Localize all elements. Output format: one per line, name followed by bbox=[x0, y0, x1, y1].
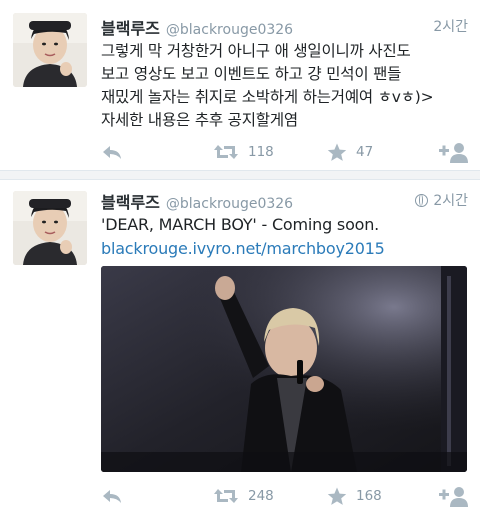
add-user-icon bbox=[439, 143, 468, 163]
display-name[interactable]: 블랙루즈 bbox=[101, 193, 160, 212]
retweet-icon bbox=[214, 489, 238, 503]
retweet-count: 248 bbox=[248, 488, 274, 504]
timestamp-label: 2시간 bbox=[433, 193, 468, 209]
favorite-count: 168 bbox=[356, 488, 382, 504]
display-name[interactable]: 블랙루즈 bbox=[101, 19, 160, 38]
favorite-button[interactable]: 47 bbox=[327, 140, 373, 164]
reply-arrow-icon bbox=[103, 490, 121, 503]
retweet-icon bbox=[214, 145, 238, 159]
star-icon bbox=[327, 143, 347, 161]
user-handle[interactable]: @blackrouge0326 bbox=[166, 22, 293, 38]
tweet[interactable]: 블랙루즈 @blackrouge0326 2시간 그렇게 막 거창한거 아니구 애… bbox=[0, 0, 480, 171]
retweet-button[interactable]: 248 bbox=[213, 484, 274, 508]
tweet-divider bbox=[0, 171, 480, 180]
follow-button[interactable] bbox=[439, 140, 469, 164]
user-handle[interactable]: @blackrouge0326 bbox=[166, 196, 293, 212]
reply-button[interactable] bbox=[101, 140, 123, 164]
tweet-text: 그렇게 막 거창한거 아니구 애 생일이니까 사진도 보고 영상도 보고 이벤트… bbox=[101, 42, 434, 129]
tweet-link[interactable]: blackrouge.ivyro.net/marchboy2015 bbox=[101, 239, 385, 258]
avatar[interactable] bbox=[13, 191, 87, 265]
tweet[interactable]: 블랙루즈 @blackrouge0326 2시간 'DEAR, MARCH BOY… bbox=[0, 180, 480, 526]
tweet-header: 블랙루즈 @blackrouge0326 2시간 bbox=[101, 189, 468, 213]
avatar[interactable] bbox=[13, 13, 87, 87]
tweet-text: 'DEAR, MARCH BOY' - Coming soon. blackro… bbox=[101, 213, 470, 261]
tweet-actions: 248 168 bbox=[101, 484, 471, 508]
reply-button[interactable] bbox=[101, 484, 123, 508]
add-user-icon bbox=[439, 487, 468, 507]
timestamp: 2시간 bbox=[433, 19, 468, 35]
tweet-media-photo[interactable] bbox=[101, 266, 467, 472]
star-icon bbox=[327, 487, 347, 505]
tweet-text-line: 'DEAR, MARCH BOY' - Coming soon. bbox=[101, 215, 380, 234]
reply-arrow-icon bbox=[103, 146, 121, 159]
retweet-button[interactable]: 118 bbox=[213, 140, 274, 164]
favorite-button[interactable]: 168 bbox=[327, 484, 382, 508]
favorite-count: 47 bbox=[356, 144, 374, 160]
tweet-header: 블랙루즈 @blackrouge0326 2시간 bbox=[101, 15, 468, 39]
follow-button[interactable] bbox=[439, 484, 469, 508]
retweet-count: 118 bbox=[248, 144, 274, 160]
globe-icon bbox=[415, 194, 429, 207]
timestamp: 2시간 bbox=[415, 190, 468, 210]
tweet-actions: 118 47 bbox=[101, 140, 471, 164]
